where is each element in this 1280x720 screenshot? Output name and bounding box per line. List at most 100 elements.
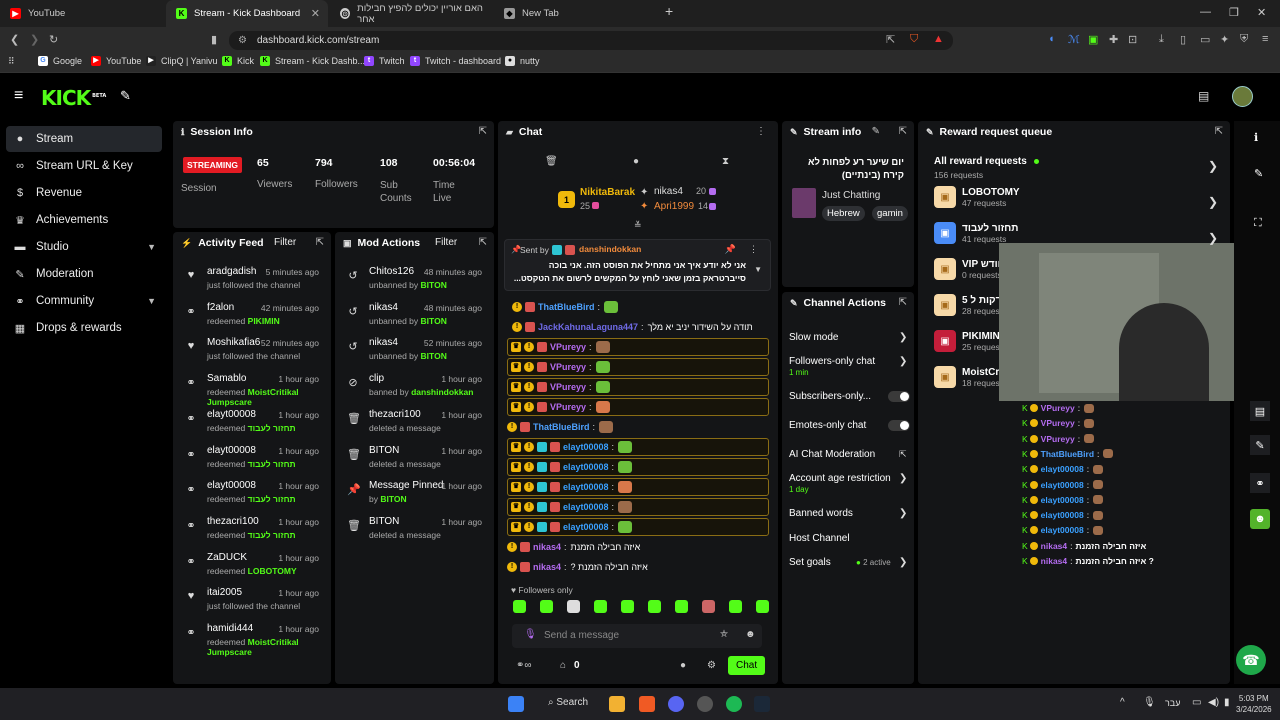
- kick-extension-icon[interactable]: ▣: [1088, 33, 1098, 46]
- layout-icon[interactable]: ▤: [1198, 89, 1209, 103]
- reward-item[interactable]: ▣ 5 דקות ל 28 requests: [934, 294, 1006, 316]
- unpin-icon[interactable]: 📌: [725, 244, 736, 255]
- collapse-icon[interactable]: ≚: [634, 220, 642, 231]
- trash-icon[interactable]: 🗑: [545, 156, 558, 167]
- screenshot-icon[interactable]: ⊡: [1128, 33, 1137, 46]
- vpn-icon[interactable]: ⛨: [1240, 33, 1248, 46]
- kebab-menu-icon[interactable]: ⋮: [749, 244, 758, 255]
- chat-username[interactable]: ThatBlueBird: [538, 302, 595, 312]
- popout-icon[interactable]: ⇱: [899, 126, 907, 137]
- reward-item[interactable]: ▣ VIP חודש 0 requests: [934, 258, 1005, 280]
- chat-username[interactable]: elayt00008: [563, 462, 609, 472]
- wallet-icon[interactable]: ▭: [1200, 33, 1210, 46]
- popout-icon[interactable]: ⇱: [479, 126, 487, 137]
- translate-icon[interactable]: ⛤: [720, 629, 728, 640]
- mod-action-item[interactable]: ↺ nikas4 52 minutes ago unbanned by BITON: [335, 337, 494, 371]
- community-icon[interactable]: ⚭∞: [516, 660, 532, 671]
- chevron-right-icon[interactable]: ❯: [1208, 159, 1218, 173]
- channel-action-host-channel[interactable]: Host Channel: [789, 533, 850, 544]
- expand-icon[interactable]: ⛶: [1254, 217, 1262, 230]
- mod-action-item[interactable]: ↺ nikas4 48 minutes ago unbanned by BITON: [335, 302, 494, 336]
- pinned-message[interactable]: 📌 Sent by danshindokkan 📌 ⋮ אני לא יודע …: [504, 239, 771, 291]
- tab-youtube[interactable]: ▶ YouTube: [0, 0, 166, 27]
- puzzle-icon[interactable]: ✚: [1109, 33, 1118, 46]
- chat-message[interactable]: ♛! elayt00008:: [507, 438, 769, 456]
- activity-item[interactable]: ⚭ elayt00008 1 hour ago redeemed תחזור לעבו…: [173, 409, 331, 443]
- activity-item[interactable]: ⚭ elayt00008 1 hour ago redeemed תחזור לעבו…: [173, 480, 331, 514]
- new-tab-button[interactable]: +: [665, 3, 673, 19]
- discord-icon[interactable]: [668, 696, 684, 712]
- emoji-icon[interactable]: ☻: [745, 629, 756, 640]
- mod-action-item[interactable]: 🗑 thezacri100 1 hour ago deleted a message: [335, 409, 494, 443]
- chat-username[interactable]: elayt00008: [563, 522, 609, 532]
- chevron-down-icon[interactable]: ▼: [754, 265, 762, 274]
- brave-shield-icon[interactable]: ⛉: [910, 33, 918, 46]
- chat-message[interactable]: ♛! VPureyy:: [507, 378, 769, 396]
- spotify-icon[interactable]: [726, 696, 742, 712]
- menu-icon[interactable]: ≡: [1262, 33, 1268, 45]
- chat-message[interactable]: ! ThatBlueBird:: [507, 418, 614, 436]
- reward-item[interactable]: ▣ תחזור לעבוד 41 requests: [934, 222, 1018, 244]
- obs-icon[interactable]: [697, 696, 713, 712]
- reward-item[interactable]: ▣ MoistCri 18 requests: [934, 366, 1006, 388]
- activity-item[interactable]: ⚭ f2alon 42 minutes ago redeemed PIKIMIN: [173, 302, 331, 336]
- channel-action-followers-only-chat[interactable]: Followers-only chat 1 min ❯: [789, 356, 907, 377]
- emote-icon[interactable]: [594, 600, 607, 613]
- hourglass-icon[interactable]: ⧗: [722, 156, 729, 167]
- channel-action-banned-words[interactable]: Banned words ❯: [789, 508, 907, 519]
- emote-icon[interactable]: [540, 600, 553, 613]
- chat-username[interactable]: elayt00008: [563, 442, 609, 452]
- sidebar-item-revenue[interactable]: $ Revenue: [6, 180, 162, 206]
- extension-icon[interactable]: ◖: [1048, 33, 1055, 45]
- mod-action-item[interactable]: 🗑 BITON 1 hour ago deleted a message: [335, 516, 494, 550]
- chat-message[interactable]: ! nikas4: איזה חבילה הזמנת: [507, 538, 640, 556]
- bookmark-nutty[interactable]: ● nutty: [505, 56, 540, 66]
- microphone-icon[interactable]: 🎙: [1143, 697, 1156, 708]
- activity-item[interactable]: ⚭ Samablo 1 hour ago redeemed MoistCritikal…: [173, 373, 331, 407]
- chat-message[interactable]: ♛! VPureyy:: [507, 358, 769, 376]
- activity-item[interactable]: ⚭ ZaDUCK 1 hour ago redeemed LOBOTOMY: [173, 552, 331, 586]
- forward-icon[interactable]: ❯: [30, 33, 39, 46]
- volume-icon[interactable]: ◀): [1208, 697, 1219, 708]
- bookmark-google[interactable]: G Google: [38, 56, 82, 66]
- sidebar-item-drops-rewards[interactable]: ▦ Drops & rewards: [6, 315, 162, 341]
- channel-action-emotes-only-chat[interactable]: Emotes-only chat: [789, 420, 910, 431]
- file-explorer-icon[interactable]: [609, 696, 625, 712]
- channel-action-account-age-restriction[interactable]: Account age restriction 1 day ❯: [789, 473, 907, 494]
- chat-username[interactable]: JackKahunaLaguna447: [538, 322, 638, 332]
- panel-icon[interactable]: ▤: [1250, 401, 1270, 421]
- chat-username[interactable]: ThatBlueBird: [533, 422, 590, 432]
- battery-icon[interactable]: ▮: [1224, 697, 1230, 708]
- pin-icon[interactable]: ✎: [120, 88, 131, 104]
- windows-start-icon[interactable]: [508, 696, 524, 712]
- emote-icon[interactable]: [648, 600, 661, 613]
- mod-action-item[interactable]: 📌 Message Pinned 1 hour ago by BITON: [335, 480, 494, 514]
- bookmark-clipq[interactable]: ▶ ClipQ | Yanivu: [146, 56, 218, 66]
- chevron-right-icon[interactable]: ❯: [1208, 231, 1218, 245]
- chat-message[interactable]: ! nikas4: איזה חבילה הזמנת ?: [507, 558, 648, 576]
- channel-action-subscribers-only[interactable]: Subscribers-only...: [789, 391, 910, 402]
- bookmark-icon[interactable]: ▮: [211, 33, 217, 46]
- bookmark-twitch[interactable]: t Twitch: [364, 56, 405, 66]
- maximize-icon[interactable]: ❐: [1229, 6, 1239, 19]
- chat-username[interactable]: nikas4: [533, 562, 561, 572]
- rewards-triangle-icon[interactable]: ▲: [933, 33, 944, 45]
- toggle-switch[interactable]: [888, 391, 910, 402]
- channel-action-ai-chat-moderation[interactable]: AI Chat Moderation ⇱: [789, 449, 907, 460]
- wrench-icon[interactable]: ✎: [1250, 435, 1270, 455]
- emote-icon[interactable]: [702, 600, 715, 613]
- sidebar-item-studio[interactable]: ▬ Studio ▼: [6, 234, 162, 260]
- reward-item[interactable]: ▣ PIKIMIN 25 requests: [934, 330, 1006, 352]
- chat-username[interactable]: VPureyy: [550, 342, 586, 352]
- chat-message[interactable]: ! JackKahunaLaguna447: תודה על השידור יניב…: [512, 318, 753, 336]
- chat-message[interactable]: ♛! elayt00008:: [507, 518, 769, 536]
- leo-icon[interactable]: ✦: [1220, 33, 1229, 46]
- chat-username[interactable]: VPureyy: [550, 382, 586, 392]
- hamburger-menu-icon[interactable]: ≡: [14, 87, 23, 105]
- activity-item[interactable]: ⚭ thezacri100 1 hour ago redeemed תחזור לעב…: [173, 516, 331, 550]
- steam-icon[interactable]: [754, 696, 770, 712]
- activity-item[interactable]: ♥ itai2005 1 hour ago just followed the cha…: [173, 587, 331, 621]
- store-icon[interactable]: ⌂: [560, 660, 566, 671]
- chat-username[interactable]: VPureyy: [550, 362, 586, 372]
- info-icon[interactable]: ℹ: [1254, 131, 1258, 144]
